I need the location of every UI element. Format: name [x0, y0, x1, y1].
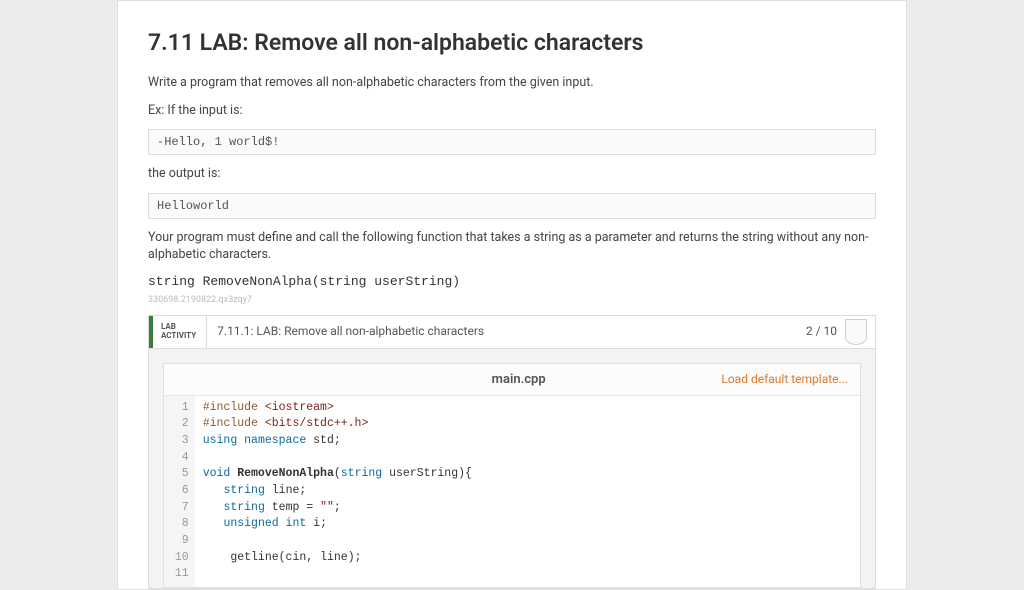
code-editor[interactable]: main.cpp Load default template... 1 2 3 …	[163, 363, 861, 588]
example-input-label: Ex: If the input is:	[148, 102, 876, 120]
page-title: 7.11 LAB: Remove all non-alphabetic char…	[148, 29, 876, 56]
activity-header: LAB ACTIVITY 7.11.1: LAB: Remove all non…	[149, 316, 875, 349]
activity-title: 7.11.1: LAB: Remove all non-alphabetic c…	[207, 316, 796, 348]
code-content[interactable]: #include <iostream> #include <bits/stdc+…	[195, 396, 860, 587]
editor-wrap: main.cpp Load default template... 1 2 3 …	[149, 349, 875, 588]
editor-header: main.cpp Load default template...	[164, 364, 860, 396]
content-card: 7.11 LAB: Remove all non-alphabetic char…	[117, 0, 907, 590]
activity-score: 2 / 10	[796, 316, 843, 348]
code-area[interactable]: 1 2 3 4 5 6 7 8 9 10 11 #include <iostre…	[164, 396, 860, 587]
example-output-label: the output is:	[148, 165, 876, 183]
example-output: Helloworld	[148, 193, 876, 219]
activity-tag: LAB ACTIVITY	[149, 316, 207, 348]
requirement-text: Your program must define and call the fo…	[148, 229, 876, 264]
content-id: 330698.2190822.qx3zqy7	[148, 295, 876, 305]
line-number-gutter: 1 2 3 4 5 6 7 8 9 10 11	[164, 396, 195, 587]
editor-filename: main.cpp	[316, 372, 721, 387]
load-default-template-link[interactable]: Load default template...	[721, 372, 848, 386]
lab-activity: LAB ACTIVITY 7.11.1: LAB: Remove all non…	[148, 315, 876, 589]
score-badge-icon	[845, 319, 867, 345]
activity-tag-line2: ACTIVITY	[161, 332, 196, 341]
example-input: -Hello, 1 world$!	[148, 129, 876, 155]
function-signature: string RemoveNonAlpha(string userString)	[148, 274, 876, 289]
prompt-text: Write a program that removes all non-alp…	[148, 74, 876, 92]
